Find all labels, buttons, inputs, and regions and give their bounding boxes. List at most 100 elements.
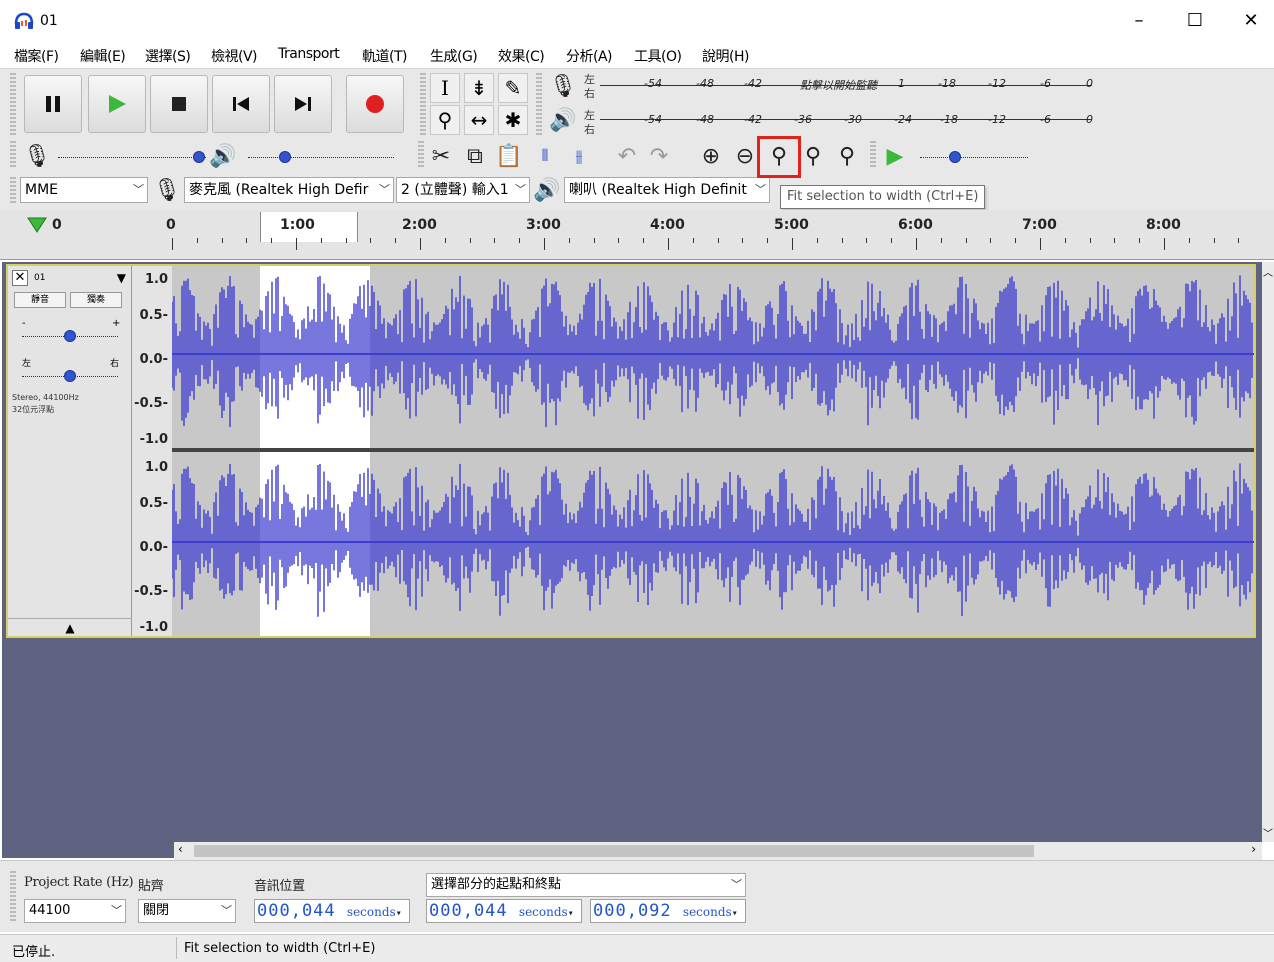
ruler-tick: [172, 238, 173, 250]
selection-start-field[interactable]: 000,044 seconds▾: [426, 899, 582, 923]
toolbar-grip[interactable]: [10, 141, 16, 169]
mute-button[interactable]: 靜音: [14, 292, 66, 308]
zoom-in-button[interactable]: ⊕: [696, 141, 726, 171]
skip-start-icon: [233, 97, 249, 111]
play-meter-button[interactable]: 🔊: [548, 105, 578, 135]
triangle-down-icon[interactable]: ▾: [732, 908, 739, 919]
cut-button[interactable]: ✂: [426, 141, 456, 171]
project-rate-select[interactable]: 44100 ﹀: [24, 899, 126, 923]
waveform-area[interactable]: [172, 266, 1254, 636]
timeline-ruler[interactable]: 0 0 1:00 2:00 3:00 4:00 5:00 6:00 7:00 8:00: [0, 210, 1274, 260]
amplitude-scale[interactable]: 1.0 0.5- 0.0- -0.5- -1.0 1.0 0.5- 0.0- -0.5- -1.0: [132, 266, 172, 636]
menu-effect[interactable]: 效果(C): [498, 46, 545, 66]
record-volume-slider[interactable]: [58, 157, 206, 158]
envelope-tool[interactable]: ⇟: [464, 73, 494, 103]
horizontal-scroll-thumb[interactable]: [194, 845, 1034, 857]
toolbar-grip[interactable]: [870, 141, 876, 169]
selection-end-field[interactable]: 000,092 seconds▾: [590, 899, 746, 923]
chevron-right-icon[interactable]: ›: [1251, 842, 1256, 856]
menu-file[interactable]: 檔案(F): [14, 46, 59, 66]
zoom-tool[interactable]: ⚲: [430, 105, 460, 135]
track-name-menu[interactable]: 01 ▼: [32, 270, 128, 286]
chevron-left-icon[interactable]: ‹: [178, 842, 183, 856]
menu-analyze[interactable]: 分析(A): [566, 46, 613, 66]
gain-slider-thumb[interactable]: [64, 330, 76, 342]
toolbar-grip[interactable]: [10, 871, 16, 923]
play-speed-slider[interactable]: [920, 157, 1028, 158]
track-area[interactable]: ✕ 01 ▼ 靜音 獨奏 - + 左 右 Stereo, 44100Hz 32位…: [2, 262, 1262, 858]
ruler-time-label: 3:00: [526, 217, 561, 233]
multi-tool[interactable]: ✱: [498, 105, 528, 135]
audio-position-field[interactable]: 000,044 seconds▾: [254, 899, 410, 923]
undo-button[interactable]: ↶: [612, 141, 642, 171]
record-volume-thumb[interactable]: [192, 151, 205, 163]
fit-project-button[interactable]: ⚲: [798, 141, 828, 171]
pause-button[interactable]: [24, 75, 82, 133]
toolbar-grip[interactable]: [10, 177, 16, 205]
copy-button[interactable]: ⧉: [460, 141, 490, 171]
record-meter-button[interactable]: 🎙: [548, 71, 578, 101]
ruler-tick: [990, 238, 991, 243]
menu-select[interactable]: 選擇(S): [145, 46, 191, 66]
menu-transport[interactable]: Transport: [278, 46, 340, 62]
stop-button[interactable]: [150, 75, 208, 133]
ruler-tick: [1114, 238, 1115, 243]
triangle-down-icon[interactable]: ▾: [396, 908, 403, 919]
silence-button[interactable]: ⫵: [564, 141, 594, 171]
zoom-toggle-button[interactable]: ⚲: [832, 141, 862, 171]
draw-tool[interactable]: ✎: [498, 73, 528, 103]
track-close-button[interactable]: ✕: [12, 270, 28, 286]
play-at-speed-button[interactable]: ▶: [880, 141, 910, 171]
skip-start-button[interactable]: [212, 75, 270, 133]
vertical-scrollbar[interactable]: ︿ ﹀: [1262, 262, 1274, 842]
menu-tools[interactable]: 工具(O): [634, 46, 682, 66]
zoom-out-button[interactable]: ⊖: [730, 141, 760, 171]
menu-edit[interactable]: 編輯(E): [80, 46, 126, 66]
selection-tool[interactable]: I: [430, 73, 460, 103]
triangle-down-icon[interactable]: ▾: [568, 908, 575, 919]
menu-tracks[interactable]: 軌道(T): [362, 46, 407, 66]
maximize-button[interactable]: ☐: [1172, 6, 1218, 36]
toolbar-grip[interactable]: [10, 73, 16, 135]
collapse-track-button[interactable]: ▲: [8, 618, 132, 636]
timeshift-tool[interactable]: ↔: [464, 105, 494, 135]
menu-help[interactable]: 說明(H): [702, 46, 749, 66]
skip-end-button[interactable]: [274, 75, 332, 133]
ruler-tick: [643, 238, 644, 243]
minimize-button[interactable]: –: [1116, 6, 1162, 36]
horizontal-scrollbar[interactable]: ‹ ›: [174, 842, 1262, 860]
trim-button[interactable]: ⫴: [530, 141, 560, 171]
menu-generate[interactable]: 生成(G): [430, 46, 478, 66]
audio-position-label: 音訊位置: [254, 879, 305, 894]
clipboard-icon: 📋: [495, 143, 523, 169]
toolbar-grip[interactable]: [536, 73, 542, 135]
snap-select[interactable]: 關閉 ﹀: [138, 899, 236, 923]
ruler-tick: [544, 238, 545, 250]
play-volume-thumb[interactable]: [278, 151, 291, 163]
chevron-down-icon[interactable]: ﹀: [1263, 825, 1273, 840]
play-head-icon[interactable]: [26, 216, 48, 236]
host-select[interactable]: MME ﹀: [20, 177, 148, 203]
selection-mode-select[interactable]: 選擇部分的起點和終點 ﹀: [426, 873, 746, 897]
redo-button[interactable]: ↷: [644, 141, 674, 171]
solo-button[interactable]: 獨奏: [70, 292, 122, 308]
pan-left-label: 左: [22, 359, 32, 369]
channels-select[interactable]: 2 (立體聲) 輸入1 ﹀: [396, 177, 530, 203]
toolbar-grip[interactable]: [420, 73, 426, 135]
audio-track[interactable]: ✕ 01 ▼ 靜音 獨奏 - + 左 右 Stereo, 44100Hz 32位…: [6, 264, 1256, 638]
close-button[interactable]: ✕: [1228, 6, 1274, 36]
record-button[interactable]: [346, 75, 404, 133]
input-device-select[interactable]: 麥克風 (Realtek High Defir ﹀: [184, 177, 394, 203]
redo-icon: ↷: [649, 143, 669, 169]
play-button[interactable]: [88, 75, 146, 133]
pan-slider-thumb[interactable]: [64, 370, 76, 382]
paste-button[interactable]: 📋: [494, 141, 524, 171]
chevron-up-icon[interactable]: ︿: [1263, 264, 1273, 279]
play-speed-thumb[interactable]: [948, 151, 961, 163]
menu-view[interactable]: 檢視(V): [211, 46, 258, 66]
play-volume-slider[interactable]: [248, 157, 394, 158]
meter-tick-label: -6: [1040, 113, 1051, 126]
meter-tick-label: -36: [794, 113, 812, 126]
output-device-select[interactable]: 喇叭 (Realtek High Definit ﹀: [564, 177, 770, 203]
toolbar-grip[interactable]: [418, 141, 424, 169]
